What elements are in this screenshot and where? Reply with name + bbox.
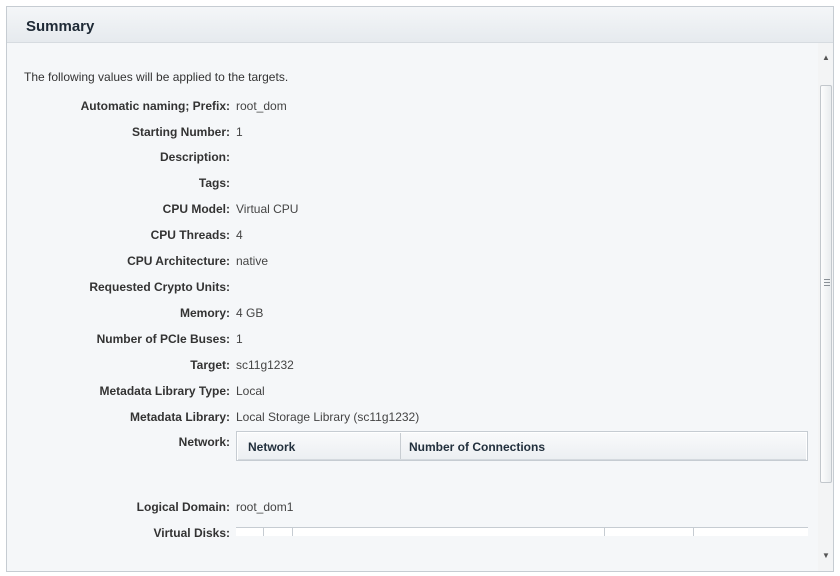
column-divider <box>400 433 401 459</box>
field-value: Local <box>236 384 265 398</box>
field-row-prefix: Automatic naming; Prefix: root_dom <box>7 99 807 115</box>
field-row-cpu-architecture: CPU Architecture: native <box>7 254 807 270</box>
vertical-scrollbar[interactable]: ▲ ▼ <box>818 43 833 571</box>
field-row-starting-number: Starting Number: 1 <box>7 125 807 141</box>
intro-text: The following values will be applied to … <box>24 70 289 84</box>
column-header-network[interactable]: Network <box>248 440 295 454</box>
field-value: sc11g1232 <box>236 358 294 372</box>
summary-panel: Summary The following values will be app… <box>6 6 834 572</box>
field-value: Virtual CPU <box>236 202 299 216</box>
column-divider <box>693 528 694 536</box>
field-value: 4 <box>236 228 243 242</box>
field-row-metadata-library: Metadata Library: Local Storage Library … <box>7 410 807 426</box>
field-label: Memory: <box>179 306 230 320</box>
field-label: Metadata Library: <box>129 410 230 424</box>
field-label: Description: <box>159 150 230 164</box>
field-row-description: Description: <box>7 150 807 166</box>
field-label: Requested Crypto Units: <box>89 280 230 294</box>
field-value: 4 GB <box>236 306 264 320</box>
arrow-up-icon[interactable]: ▲ <box>818 50 833 66</box>
column-divider <box>604 528 605 536</box>
field-row-crypto-units: Requested Crypto Units: <box>7 280 807 296</box>
field-label: Starting Number: <box>131 125 230 139</box>
field-row-cpu-model: CPU Model: Virtual CPU <box>7 202 807 218</box>
field-value: 1 <box>236 332 243 346</box>
summary-content: The following values will be applied to … <box>7 43 818 571</box>
field-row-cpu-threads: CPU Threads: 4 <box>7 228 807 244</box>
field-value: root_dom1 <box>236 500 294 514</box>
arrow-down-icon[interactable]: ▼ <box>818 548 833 564</box>
field-row-memory: Memory: 4 GB <box>7 306 807 322</box>
panel-title: Summary <box>26 18 95 35</box>
field-row-metadata-library-type: Metadata Library Type: Local <box>7 384 807 400</box>
grip-icon <box>824 279 830 288</box>
field-row-target: Target: sc11g1232 <box>7 358 807 374</box>
field-label: Virtual Disks: <box>153 526 230 540</box>
field-label: CPU Threads: <box>150 228 230 242</box>
field-label: Target: <box>190 358 230 372</box>
field-row-tags: Tags: <box>7 176 807 192</box>
field-label: Metadata Library Type: <box>99 384 230 398</box>
field-label: CPU Model: <box>162 202 230 216</box>
field-label: CPU Architecture: <box>127 254 230 268</box>
field-row-logical-domain: Logical Domain: root_dom1 <box>7 500 807 516</box>
field-value: root_dom <box>236 99 287 113</box>
field-label: Automatic naming; Prefix: <box>80 99 230 113</box>
field-label: Logical Domain: <box>136 500 230 514</box>
field-value: 1 <box>236 125 243 139</box>
field-row-pcie-buses: Number of PCIe Buses: 1 <box>7 332 807 348</box>
scroll-thumb[interactable] <box>820 85 832 483</box>
network-table: Network Number of Connections <box>236 431 808 461</box>
virtual-disks-table <box>236 527 808 536</box>
field-value: Local Storage Library (sc11g1232) <box>236 410 420 424</box>
field-value: native <box>236 254 269 268</box>
field-label: Network: <box>178 435 230 449</box>
network-table-header: Network Number of Connections <box>238 433 806 460</box>
field-label: Number of PCIe Buses: <box>96 332 230 346</box>
column-divider <box>263 528 264 536</box>
field-label: Tags: <box>198 176 230 190</box>
column-header-connections[interactable]: Number of Connections <box>409 440 545 454</box>
panel-header: Summary <box>7 7 833 43</box>
column-divider <box>292 528 293 536</box>
